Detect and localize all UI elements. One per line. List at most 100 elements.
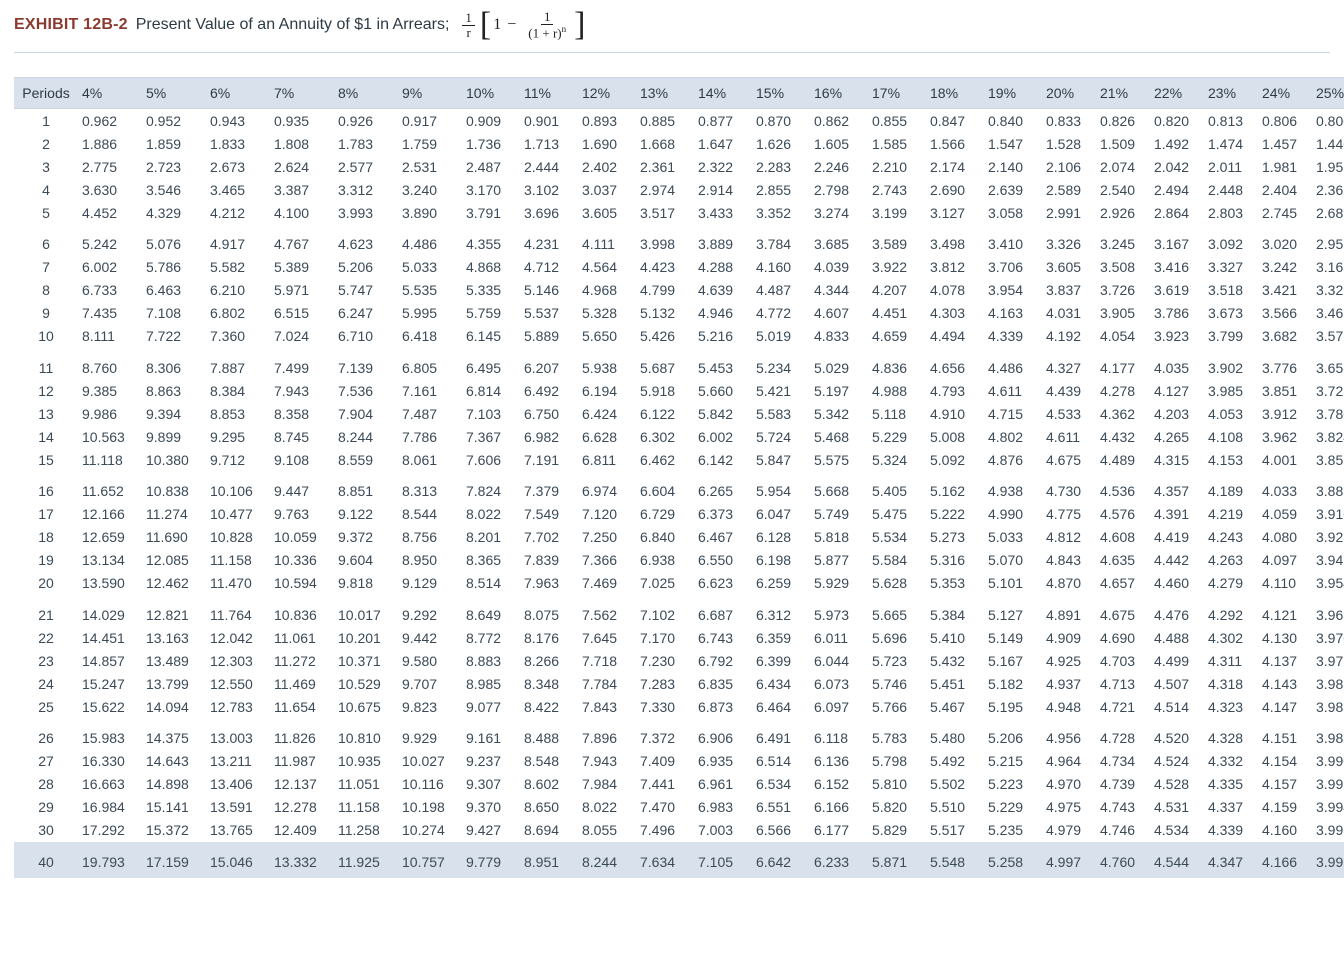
cell-value: 5.810 [868,773,926,796]
cell-value: 7.904 [334,402,398,425]
cell-value: 6.792 [694,649,752,672]
cell-value: 3.726 [1096,279,1150,302]
col-header-rate: 18% [926,78,984,109]
cell-value: 9.604 [334,549,398,572]
cell-value: 10.371 [334,649,398,672]
cell-period: 9 [14,302,78,325]
cell-value: 7.839 [520,549,578,572]
cell-period: 4 [14,178,78,201]
cell-value: 1.859 [142,132,206,155]
cell-value: 2.991 [1042,201,1096,224]
cell-value: 6.550 [694,549,752,572]
cell-value: 6.424 [578,402,636,425]
pv-table-wrap: Periods4%5%6%7%8%9%10%11%12%13%14%15%16%… [14,77,1330,878]
cell-value: 4.315 [1150,448,1204,471]
cell-value: 10.529 [334,672,398,695]
cell-value: 5.668 [810,471,868,503]
cell-value: 5.537 [520,302,578,325]
formula-outer-den: r [464,26,474,40]
cell-value: 1.474 [1204,132,1258,155]
cell-value: 4.564 [578,256,636,279]
cell-period: 20 [14,572,78,595]
cell-value: 3.566 [1258,302,1312,325]
cell-value: 3.630 [78,178,142,201]
cell-value: 12.042 [206,626,270,649]
cell-value: 4.080 [1258,526,1312,549]
cell-value: 2.448 [1204,178,1258,201]
cell-value: 5.215 [984,750,1042,773]
cell-value: 8.548 [520,750,578,773]
cell-value: 6.194 [578,379,636,402]
cell-value: 1.952 [1312,155,1344,178]
cell-value: 3.954 [984,279,1042,302]
present-value-annuity-table: Periods4%5%6%7%8%9%10%11%12%13%14%15%16%… [14,77,1344,878]
cell-value: 5.583 [752,402,810,425]
cell-value: 10.198 [398,796,462,819]
cell-period: 10 [14,325,78,348]
cell-value: 1.808 [270,132,334,155]
cell-value: 2.589 [1042,178,1096,201]
cell-value: 6.128 [752,526,810,549]
cell-value: 15.622 [78,695,142,718]
cell-value: 6.434 [752,672,810,695]
cell-value: 8.602 [520,773,578,796]
cell-value: 5.747 [334,279,398,302]
cell-value: 2.246 [810,155,868,178]
cell-value: 3.780 [1312,402,1344,425]
table-row: 2114.02912.82111.76410.83610.0179.2928.6… [14,595,1344,627]
cell-value: 5.468 [810,425,868,448]
cell-value: 4.739 [1096,773,1150,796]
cell-value: 1.981 [1258,155,1312,178]
cell-value: 8.853 [206,402,270,425]
cell-value: 6.835 [694,672,752,695]
cell-period: 11 [14,348,78,380]
cell-value: 4.611 [1042,425,1096,448]
cell-value: 15.983 [78,718,142,750]
cell-value: 4.219 [1204,503,1258,526]
cell-value: 5.973 [810,595,868,627]
cell-value: 4.734 [1096,750,1150,773]
cell-value: 5.687 [636,348,694,380]
cell-value: 5.182 [984,672,1042,695]
table-row: 43.6303.5463.4653.3873.3123.2403.1703.10… [14,178,1344,201]
cell-value: 3.994 [1312,796,1344,819]
cell-value: 5.723 [868,649,926,672]
cell-value: 3.312 [334,178,398,201]
cell-value: 2.577 [334,155,398,178]
cell-value: 4.357 [1150,471,1204,503]
table-row: 1913.13412.08511.15810.3369.6048.9508.36… [14,549,1344,572]
cell-value: 3.706 [984,256,1042,279]
cell-value: 7.191 [520,448,578,471]
cell-period: 18 [14,526,78,549]
cell-value: 4.292 [1204,595,1258,627]
cell-value: 8.950 [398,549,462,572]
cell-value: 6.198 [752,549,810,572]
cell-value: 10.274 [398,819,462,842]
cell-value: 4.489 [1096,448,1150,471]
cell-value: 10.757 [398,842,462,878]
cell-value: 4.121 [1258,595,1312,627]
cell-value: 6.265 [694,471,752,503]
cell-value: 10.017 [334,595,398,627]
cell-value: 8.313 [398,471,462,503]
cell-value: 0.813 [1204,109,1258,133]
cell-value: 0.926 [334,109,398,133]
cell-value: 12.085 [142,549,206,572]
cell-value: 6.514 [752,750,810,773]
cell-value: 5.517 [926,819,984,842]
cell-value: 4.607 [810,302,868,325]
cell-period: 1 [14,109,78,133]
cell-value: 0.800 [1312,109,1344,133]
cell-value: 7.702 [520,526,578,549]
cell-value: 5.222 [926,503,984,526]
cell-value: 3.498 [926,224,984,256]
cell-value: 3.912 [1258,402,1312,425]
cell-value: 17.159 [142,842,206,878]
cell-value: 6.312 [752,595,810,627]
cell-value: 9.108 [270,448,334,471]
cell-value: 0.820 [1150,109,1204,133]
cell-value: 5.575 [810,448,868,471]
cell-value: 7.379 [520,471,578,503]
cell-value: 4.528 [1150,773,1204,796]
cell-value: 3.546 [142,178,206,201]
